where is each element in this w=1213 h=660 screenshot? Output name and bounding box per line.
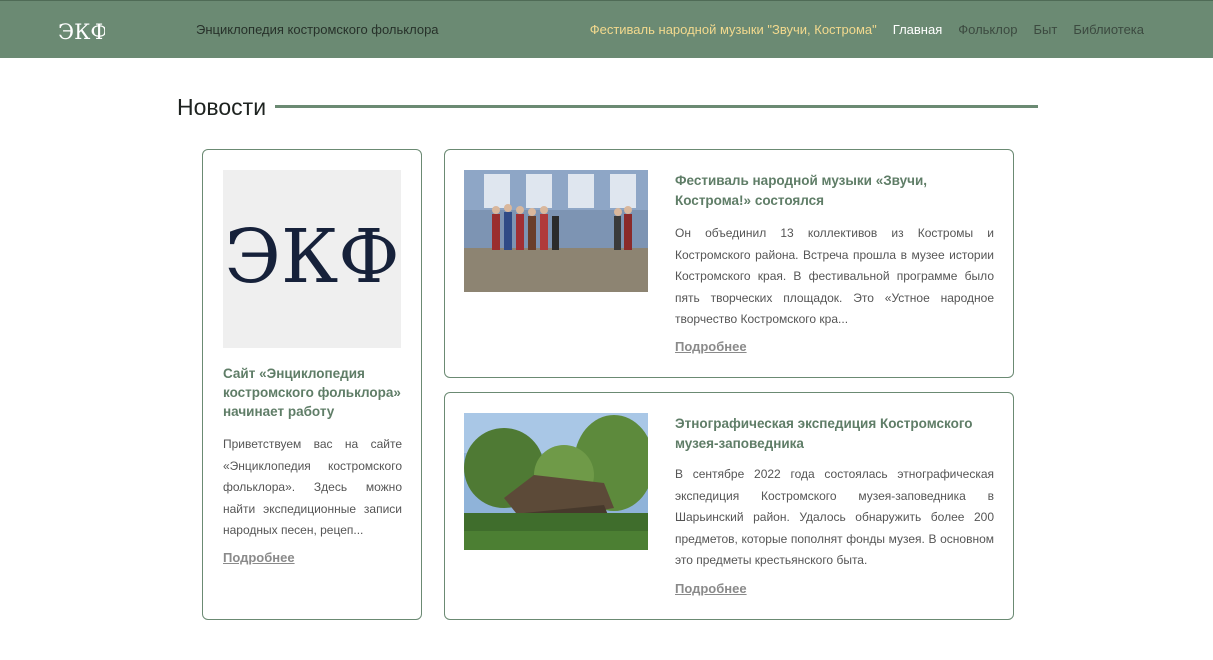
news-heading: Новости <box>177 94 267 120</box>
card-image-logo[interactable]: ЭКФ <box>223 170 401 348</box>
card-image-wooden-house[interactable] <box>464 413 648 550</box>
nav-life[interactable]: Быт <box>1033 22 1057 37</box>
top-navbar: ЭКФ Энциклопедия костромского фольклора … <box>0 0 1213 58</box>
nav-home[interactable]: Главная <box>893 22 942 37</box>
card-title[interactable]: Сайт «Энциклопедия костромского фольклор… <box>223 364 403 421</box>
nav-folklore[interactable]: Фольклор <box>958 22 1017 37</box>
news-card: Фестиваль народной музыки «Звучи, Костро… <box>444 149 1014 378</box>
site-title[interactable]: Энциклопедия костромского фольклора <box>196 22 439 37</box>
card-excerpt: Приветствуем вас на сайте «Энциклопедия … <box>223 437 402 537</box>
heading-divider <box>275 105 1038 108</box>
card-image-folk-ensemble[interactable] <box>464 170 648 292</box>
nav-library[interactable]: Библиотека <box>1073 22 1144 37</box>
main-nav: Фестиваль народной музыки "Звучи, Костро… <box>590 22 1144 37</box>
read-more-link[interactable]: Подробнее <box>675 581 747 596</box>
card-title[interactable]: Фестиваль народной музыки «Звучи, Костро… <box>675 171 975 211</box>
read-more-link[interactable]: Подробнее <box>223 550 295 565</box>
read-more-link[interactable]: Подробнее <box>675 339 747 354</box>
site-logo[interactable]: ЭКФ <box>57 15 105 45</box>
card-title[interactable]: Этнографическая экспедиция Костромского … <box>675 414 975 454</box>
news-card: ЭКФ Сайт «Энциклопедия костромского фоль… <box>202 149 422 620</box>
news-card: Этнографическая экспедиция Костромского … <box>444 392 1014 620</box>
svg-text:ЭКФ: ЭКФ <box>224 214 399 300</box>
card-excerpt: В сентябре 2022 года состоялась этнограф… <box>675 467 994 567</box>
nav-festival[interactable]: Фестиваль народной музыки "Звучи, Костро… <box>590 22 877 37</box>
card-excerpt: Он объединил 13 коллективов из Костромы … <box>675 226 994 326</box>
ekf-logo-image: ЭКФ <box>224 214 399 300</box>
svg-text:ЭКФ: ЭКФ <box>58 20 105 44</box>
